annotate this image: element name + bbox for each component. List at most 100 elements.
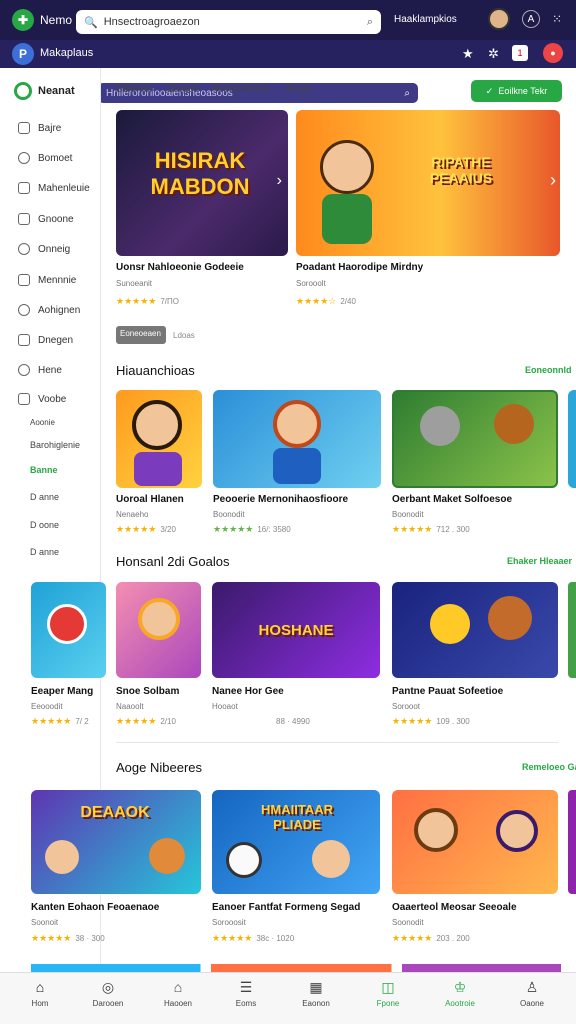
mini-button[interactable]: Eoneoeaen xyxy=(116,326,166,344)
game-thumbnail[interactable]: HOSHANE xyxy=(212,582,380,678)
character-art xyxy=(273,448,321,484)
sidebar-item-aohignen[interactable]: Aohignen xyxy=(18,304,80,316)
character-art xyxy=(488,596,532,640)
tag-icon xyxy=(18,274,30,286)
character-art xyxy=(414,808,458,852)
nav-item-calculator[interactable]: ▦ Eaonon xyxy=(286,979,346,1008)
gamepad-icon[interactable]: ✚ xyxy=(12,9,34,31)
tab-sdlenss[interactable]: Sdlenss xyxy=(116,84,152,95)
game-thumbnail[interactable]: HMAIITAAR PLIADE xyxy=(212,790,380,894)
game-card[interactable]: Oerbant Maket Solfoesoe Boonodit ★★★★★ 71… xyxy=(392,390,558,540)
section-link[interactable]: Ehaker Hleaaer xyxy=(507,556,572,566)
sidebar-item-hene[interactable]: Hene xyxy=(18,364,62,376)
sidebar-item-dnegen[interactable]: Dnegen xyxy=(18,334,73,346)
top-bar: ✚ Nemo 🔍 Hnsectroagroaezon ⌕ Haaklampkio… xyxy=(0,0,576,40)
game-card[interactable]: Pantne Pauat Sofeetioe Sorooot ★★★★★ 109 … xyxy=(392,582,558,732)
sidebar-header[interactable]: Neanat xyxy=(14,82,75,100)
card-subtitle: Hooaot xyxy=(212,702,238,711)
rating-stars: ★★★★★ 712 . 300 xyxy=(392,524,470,534)
tab-sergee[interactable]: Sergee xyxy=(167,84,199,95)
rating-stars: ★★★★★ 3/20 xyxy=(116,524,176,534)
game-card[interactable]: Oaaerteol Meosar Seeoale Soonodit ★★★★★ 2… xyxy=(392,790,558,950)
game-thumbnail-partial[interactable] xyxy=(568,390,576,488)
nav-item-trophy[interactable]: ♔ Aootroie xyxy=(430,979,490,1008)
settings-icon[interactable]: A xyxy=(522,10,540,28)
account-label[interactable]: Haaklampkios xyxy=(394,14,457,25)
game-card[interactable]: HOSHANE Nanee Hor Gee Hooaot 88 · 4990 xyxy=(212,582,380,732)
game-card[interactable]: DEAAOK Kanten Eohaon Feoaenaoe Soonoit ★… xyxy=(31,790,201,950)
sidebar-item-mahenleuie[interactable]: Mahenleuie xyxy=(18,182,90,194)
mini-link[interactable]: Ldoas xyxy=(173,331,195,340)
rating-stars: ★★★★★ 109 . 300 xyxy=(392,716,470,726)
sidebar-subitem[interactable]: D anne xyxy=(30,492,59,502)
character-art xyxy=(322,194,372,244)
hero-card[interactable]: RIPATHE PEAAIUS › Poadant Haorodipe Mird… xyxy=(296,110,560,310)
game-thumbnail[interactable] xyxy=(392,390,558,488)
share-icon[interactable]: ✲ xyxy=(488,46,499,62)
section-link[interactable]: Eoneonnld xyxy=(525,365,572,375)
nav-item-compass[interactable]: ◎ Darooen xyxy=(78,979,138,1008)
sidebar-subitem[interactable]: Barohiglenie xyxy=(30,440,80,450)
game-thumbnail[interactable] xyxy=(116,390,202,488)
character-art xyxy=(494,404,534,444)
game-card[interactable]: Eeaper Mang Eeooodit ★★★★★ 7/ 2 xyxy=(31,582,106,732)
sidebar-subitem-active[interactable]: Banne xyxy=(30,465,58,475)
star-icon[interactable]: ★ xyxy=(462,46,474,62)
chevron-right-icon[interactable]: › xyxy=(277,172,282,190)
hero-art-text: HISIRAK MABDON xyxy=(150,148,250,199)
sidebar-item-voobe[interactable]: Voobe xyxy=(18,393,66,405)
tab-aeoolcrlenos[interactable]: Aeoolcrlenos xyxy=(211,84,269,95)
nav-item-user[interactable]: ♙ Oaone xyxy=(502,979,562,1008)
character-art xyxy=(312,840,350,878)
game-card[interactable]: Snoe Solbam Naaoolt ★★★★★ 2/10 xyxy=(116,582,201,732)
game-thumbnail[interactable] xyxy=(392,790,558,894)
hero-card[interactable]: HISIRAK MABDON › Uonsr Nahloeonie Godeei… xyxy=(116,110,288,310)
profile-icon[interactable]: ● xyxy=(543,43,563,63)
chevron-right-icon[interactable]: › xyxy=(550,170,556,191)
sidebar-item-onneig[interactable]: Onneig xyxy=(18,243,70,255)
game-thumbnail[interactable] xyxy=(392,582,558,678)
rating-text: 88 · 4990 xyxy=(276,717,310,726)
rating-stars: ★★★★★ 38 · 300 xyxy=(31,933,105,943)
p-logo-icon[interactable]: P xyxy=(12,43,34,65)
sidebar-item-mennnie[interactable]: Mennnie xyxy=(18,274,76,286)
character-art xyxy=(273,400,321,448)
hero-thumbnail[interactable]: RIPATHE PEAAIUS › xyxy=(296,110,560,256)
search-icon[interactable]: ⌕ xyxy=(367,16,373,29)
sidebar-subitem[interactable]: Aoonie xyxy=(30,418,55,427)
section-link[interactable]: Remeloeo Gaes xyxy=(522,762,576,772)
search-input[interactable]: 🔍 Hnsectroagroaezon ⌕ xyxy=(76,10,381,34)
nav-item-home[interactable]: ⌂ Hom xyxy=(10,979,70,1008)
game-thumbnail-partial[interactable] xyxy=(568,582,576,678)
notification-icon[interactable]: 1 xyxy=(512,45,528,61)
sidebar-subitem[interactable]: D oone xyxy=(30,520,59,530)
card-subtitle: Sorooosit xyxy=(212,918,246,927)
nav-item-house[interactable]: ⌂ Haooen xyxy=(148,979,208,1008)
tab-alrare[interactable]: Alrare xyxy=(286,84,313,95)
window-icon xyxy=(18,334,30,346)
grid-icon[interactable]: ⁙ xyxy=(548,10,566,28)
nav-item-list[interactable]: ☰ Eoms xyxy=(216,979,276,1008)
nav-item-bag[interactable]: ◫ Fpone xyxy=(358,979,418,1008)
sidebar-item-gnoone[interactable]: Gnoone xyxy=(18,213,74,225)
sidebar-item-bajre[interactable]: Bajre xyxy=(18,122,61,134)
card-subtitle: Sorooot xyxy=(392,702,421,711)
hero-thumbnail[interactable]: HISIRAK MABDON › xyxy=(116,110,288,256)
game-thumbnail[interactable] xyxy=(31,582,106,678)
game-art-text: HMAIITAAR PLIADE xyxy=(261,802,333,832)
game-thumbnail[interactable] xyxy=(213,390,381,488)
game-card[interactable]: HMAIITAAR PLIADE Eanoer Fantfat Formeng … xyxy=(212,790,380,950)
game-card[interactable]: Peooerie Mernonihaosfioore Boonodit ★★★★… xyxy=(213,390,381,540)
search-value: Hnsectroagroaezon xyxy=(103,16,200,28)
filter-button[interactable]: ✓ Eoilkne Tekr xyxy=(471,80,562,102)
card-title: Oerbant Maket Solfoesoe xyxy=(392,494,513,505)
game-thumbnail[interactable]: DEAAOK xyxy=(31,790,201,894)
card-title: Peooerie Mernonihaosfioore xyxy=(213,494,349,505)
game-thumbnail[interactable] xyxy=(116,582,201,678)
sidebar-subitem[interactable]: D anne xyxy=(30,547,59,557)
sidebar-item-bomoet[interactable]: Bomoet xyxy=(18,152,72,164)
avatar[interactable] xyxy=(488,8,510,30)
game-thumbnail-partial[interactable] xyxy=(568,790,576,894)
game-card[interactable]: Uoroal Hlanen Nenaeho ★★★★★ 3/20 xyxy=(116,390,202,540)
rating-stars: ★★★★★ 38c · 1020 xyxy=(212,933,295,943)
